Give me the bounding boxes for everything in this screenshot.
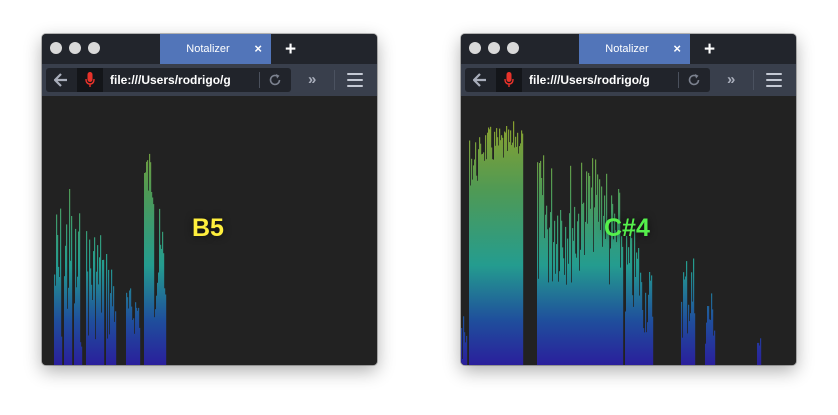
navigation-bar: file:///Users/rodrigo/g » bbox=[42, 64, 377, 96]
spectrum-bar bbox=[115, 311, 117, 365]
zoom-window-button[interactable] bbox=[507, 42, 519, 54]
divider bbox=[753, 70, 754, 90]
minimize-window-button[interactable] bbox=[488, 42, 500, 54]
address-bar[interactable]: file:///Users/rodrigo/g bbox=[465, 68, 710, 92]
tab-label: Notalizer bbox=[186, 43, 230, 55]
close-tab-icon[interactable]: × bbox=[673, 34, 681, 64]
detected-note-label: B5 bbox=[192, 214, 224, 242]
close-window-button[interactable] bbox=[469, 42, 481, 54]
spectrum-bar bbox=[81, 346, 83, 365]
title-bar: Notalizer × + bbox=[42, 34, 377, 64]
close-window-button[interactable] bbox=[50, 42, 62, 54]
back-arrow-icon[interactable] bbox=[54, 73, 68, 87]
url-text[interactable]: file:///Users/rodrigo/g bbox=[529, 68, 679, 92]
spectrum-canvas: B5 bbox=[42, 96, 377, 365]
browser-window-left: Notalizer × + file:///Users/rodrigo/g » … bbox=[42, 34, 377, 365]
spectrum-bar bbox=[652, 316, 654, 365]
spectrum-bar bbox=[622, 246, 624, 365]
tab-label: Notalizer bbox=[605, 43, 649, 55]
browser-window-right: Notalizer × + file:///Users/rodrigo/g » … bbox=[461, 34, 796, 365]
hamburger-menu-icon[interactable] bbox=[766, 73, 782, 87]
zoom-window-button[interactable] bbox=[88, 42, 100, 54]
overflow-chevron-icon[interactable]: » bbox=[308, 64, 316, 96]
back-arrow-icon[interactable] bbox=[473, 73, 487, 87]
spectrum-bar bbox=[694, 313, 696, 365]
microphone-indicator[interactable] bbox=[496, 68, 522, 92]
spectrum-bar bbox=[466, 335, 468, 365]
spectrum-canvas: C#4 bbox=[461, 96, 796, 365]
navigation-bar: file:///Users/rodrigo/g » bbox=[461, 64, 796, 96]
spectrum-bar bbox=[714, 330, 716, 365]
spectrum-bar bbox=[760, 338, 762, 365]
title-bar: Notalizer × + bbox=[461, 34, 796, 64]
reload-icon[interactable] bbox=[268, 73, 282, 87]
spectrum-bar bbox=[522, 133, 524, 365]
divider bbox=[259, 72, 260, 88]
microphone-indicator[interactable] bbox=[77, 68, 103, 92]
address-bar[interactable]: file:///Users/rodrigo/g bbox=[46, 68, 291, 92]
detected-note-label: C#4 bbox=[604, 214, 650, 242]
divider bbox=[678, 72, 679, 88]
microphone-icon bbox=[504, 72, 514, 87]
reload-icon[interactable] bbox=[687, 73, 701, 87]
spectrum-bar bbox=[71, 216, 73, 365]
divider bbox=[334, 70, 335, 90]
tab-notalizer[interactable]: Notalizer × bbox=[160, 34, 271, 64]
overflow-chevron-icon[interactable]: » bbox=[727, 64, 735, 96]
spectrum-bar bbox=[139, 327, 141, 365]
new-tab-button[interactable]: + bbox=[704, 34, 715, 64]
url-text[interactable]: file:///Users/rodrigo/g bbox=[110, 68, 260, 92]
tab-notalizer[interactable]: Notalizer × bbox=[579, 34, 690, 64]
close-tab-icon[interactable]: × bbox=[254, 34, 262, 64]
microphone-icon bbox=[85, 72, 95, 87]
spectrum-bar bbox=[61, 336, 63, 365]
minimize-window-button[interactable] bbox=[69, 42, 81, 54]
spectrum-bar bbox=[165, 294, 167, 365]
new-tab-button[interactable]: + bbox=[285, 34, 296, 64]
hamburger-menu-icon[interactable] bbox=[347, 73, 363, 87]
spectrum-bar bbox=[103, 259, 105, 365]
